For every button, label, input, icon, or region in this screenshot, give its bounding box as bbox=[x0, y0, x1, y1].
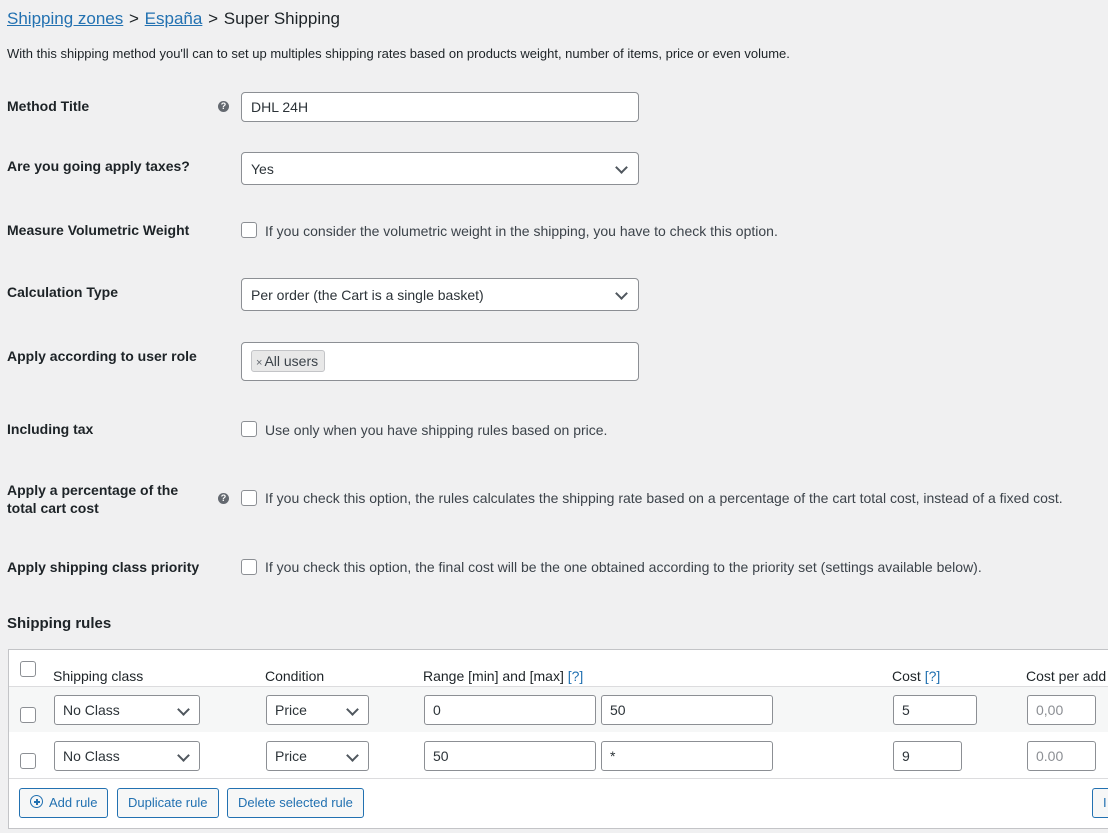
apply-taxes-label: Are you going apply taxes? bbox=[7, 158, 190, 174]
percentage-description: If you check this option, the rules calc… bbox=[265, 490, 1063, 506]
chevron-down-icon bbox=[615, 287, 628, 300]
breadcrumb-zone-link[interactable]: España bbox=[145, 9, 203, 28]
calculation-type-label: Calculation Type bbox=[7, 284, 118, 300]
cost-input[interactable]: 9 bbox=[893, 741, 962, 771]
cost-per-add-input[interactable]: 0.00 bbox=[1027, 741, 1096, 771]
cost-input[interactable]: 5 bbox=[893, 695, 977, 725]
chevron-down-icon bbox=[177, 749, 190, 762]
cost-per-add-input[interactable]: 0,00 bbox=[1027, 695, 1096, 725]
including-tax-label: Including tax bbox=[7, 421, 94, 437]
shipping-class-select[interactable]: No Class bbox=[54, 741, 200, 771]
row-select-checkbox[interactable] bbox=[20, 707, 36, 723]
breadcrumb-separator: > bbox=[129, 9, 139, 28]
range-max-input[interactable]: * bbox=[601, 741, 773, 771]
help-icon[interactable]: ? bbox=[218, 101, 229, 112]
column-header-shipping-class: Shipping class bbox=[53, 668, 144, 684]
percentage-checkbox[interactable] bbox=[241, 490, 257, 506]
volumetric-checkbox[interactable] bbox=[241, 222, 257, 238]
add-circle-icon bbox=[30, 795, 43, 808]
remove-tag-icon[interactable]: × bbox=[256, 357, 262, 369]
shipping-class-select[interactable]: No Class bbox=[54, 695, 200, 725]
class-priority-description: If you check this option, the final cost… bbox=[265, 559, 982, 575]
apply-taxes-select[interactable]: Yes bbox=[241, 152, 639, 185]
range-help-link[interactable]: [?] bbox=[568, 668, 584, 684]
select-all-checkbox[interactable] bbox=[20, 661, 36, 677]
chevron-down-icon bbox=[346, 749, 359, 762]
method-title-label: Method Title bbox=[7, 98, 90, 114]
range-max-input[interactable]: 50 bbox=[601, 695, 773, 725]
chevron-down-icon bbox=[615, 161, 628, 174]
user-role-tag: × All users bbox=[251, 350, 326, 372]
delete-selected-rule-button[interactable]: Delete selected rule bbox=[227, 788, 364, 818]
user-role-label: Apply according to user role bbox=[7, 348, 197, 364]
range-min-input[interactable]: 50 bbox=[424, 741, 596, 771]
volumetric-description: If you consider the volumetric weight in… bbox=[265, 223, 778, 239]
import-button-partial[interactable]: I bbox=[1092, 788, 1108, 818]
calculation-type-select[interactable]: Per order (the Cart is a single basket) bbox=[241, 278, 639, 311]
cost-help-link[interactable]: [?] bbox=[925, 668, 941, 684]
condition-select[interactable]: Price bbox=[266, 695, 369, 725]
help-icon[interactable]: ? bbox=[218, 493, 229, 504]
user-role-multiselect[interactable]: × All users bbox=[241, 342, 639, 381]
column-header-condition: Condition bbox=[265, 668, 325, 684]
condition-select[interactable]: Price bbox=[266, 741, 369, 771]
breadcrumb-separator: > bbox=[208, 9, 219, 28]
page-title: Super Shipping bbox=[223, 9, 341, 28]
column-header-cost: Cost [?] bbox=[892, 668, 941, 684]
breadcrumb-shipping-zones-link[interactable]: Shipping zones bbox=[7, 9, 123, 28]
including-tax-description: Use only when you have shipping rules ba… bbox=[265, 422, 608, 438]
method-description: With this shipping method you'll can to … bbox=[7, 46, 790, 61]
add-rule-button[interactable]: Add rule bbox=[19, 788, 109, 818]
chevron-down-icon bbox=[346, 703, 359, 716]
percentage-label: Apply a percentage of the total cart cos… bbox=[7, 482, 179, 516]
column-header-range: Range [min] and [max] [?] bbox=[423, 668, 584, 684]
volumetric-label: Measure Volumetric Weight bbox=[7, 222, 190, 238]
class-priority-label: Apply shipping class priority bbox=[7, 559, 200, 575]
row-select-checkbox[interactable] bbox=[20, 753, 36, 769]
shipping-rules-heading: Shipping rules bbox=[7, 615, 112, 632]
including-tax-checkbox[interactable] bbox=[241, 421, 257, 437]
chevron-down-icon bbox=[177, 703, 190, 716]
range-min-input[interactable]: 0 bbox=[424, 695, 596, 725]
column-header-cost-per-add: Cost per add bbox=[1026, 668, 1107, 684]
breadcrumb: Shipping zones > España > Super Shipping bbox=[7, 9, 340, 29]
duplicate-rule-button[interactable]: Duplicate rule bbox=[117, 788, 219, 818]
method-title-input[interactable]: DHL 24H bbox=[241, 92, 639, 122]
user-role-tag-label: All users bbox=[264, 353, 319, 369]
class-priority-checkbox[interactable] bbox=[241, 559, 257, 575]
